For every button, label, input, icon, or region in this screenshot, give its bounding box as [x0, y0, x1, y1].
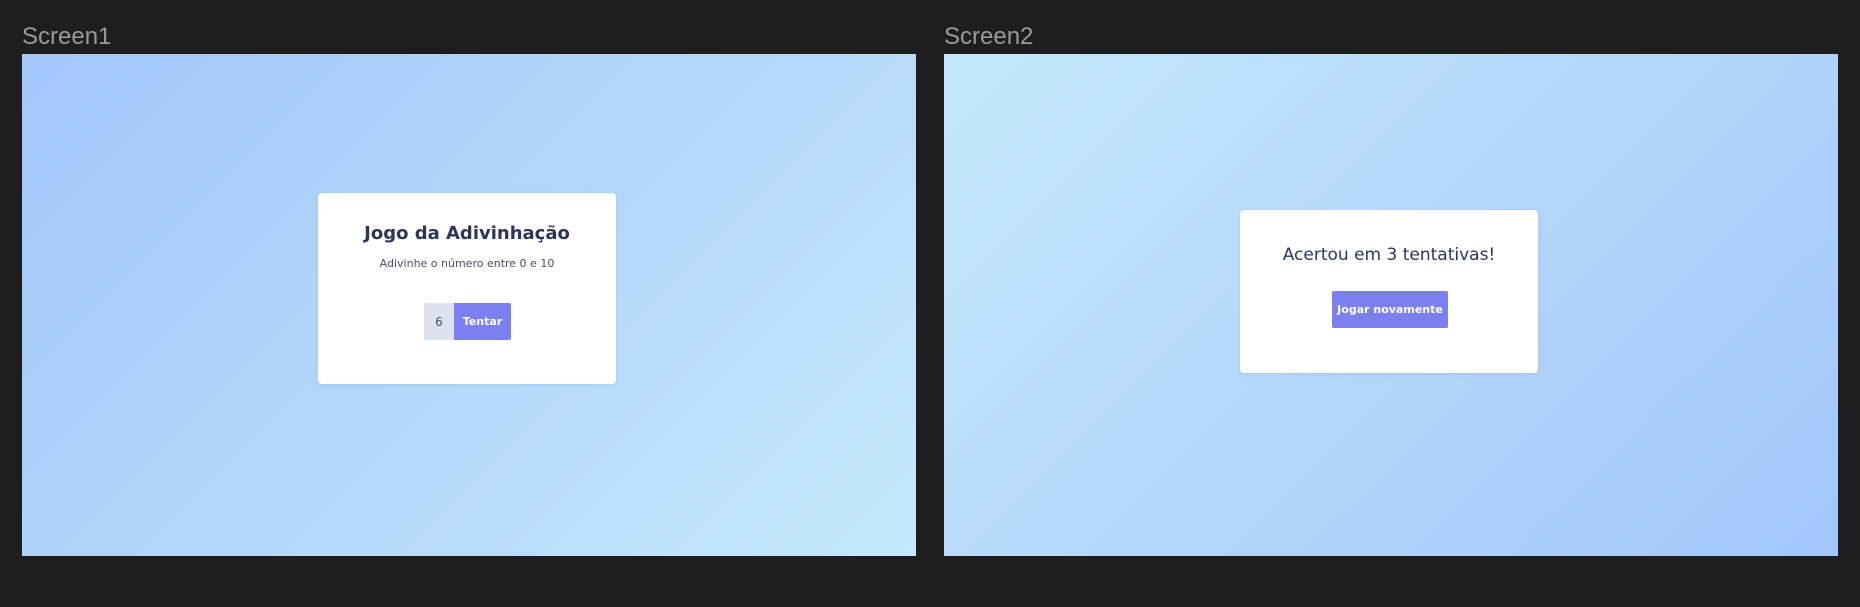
guess-form: Tentar	[424, 303, 511, 340]
game-card: Jogo da Adivinhação Adivinhe o número en…	[318, 193, 616, 384]
screen2-frame: Acertou em 3 tentativas! Jogar novamente	[944, 54, 1838, 556]
frame-label-screen2: Screen2	[944, 23, 1034, 50]
guess-input[interactable]	[424, 303, 454, 340]
try-button[interactable]: Tentar	[454, 303, 511, 340]
screen1-frame: Jogo da Adivinhação Adivinhe o número en…	[22, 54, 916, 556]
design-canvas: Screen1 Jogo da Adivinhação Adivinhe o n…	[0, 0, 1860, 607]
frame-label-screen1: Screen1	[22, 23, 112, 50]
game-title: Jogo da Adivinhação	[364, 223, 570, 244]
result-card: Acertou em 3 tentativas! Jogar novamente	[1240, 210, 1538, 373]
result-message: Acertou em 3 tentativas!	[1282, 245, 1496, 265]
play-again-button[interactable]: Jogar novamente	[1332, 291, 1448, 328]
game-instructions: Adivinhe o número entre 0 e 10	[379, 257, 555, 270]
